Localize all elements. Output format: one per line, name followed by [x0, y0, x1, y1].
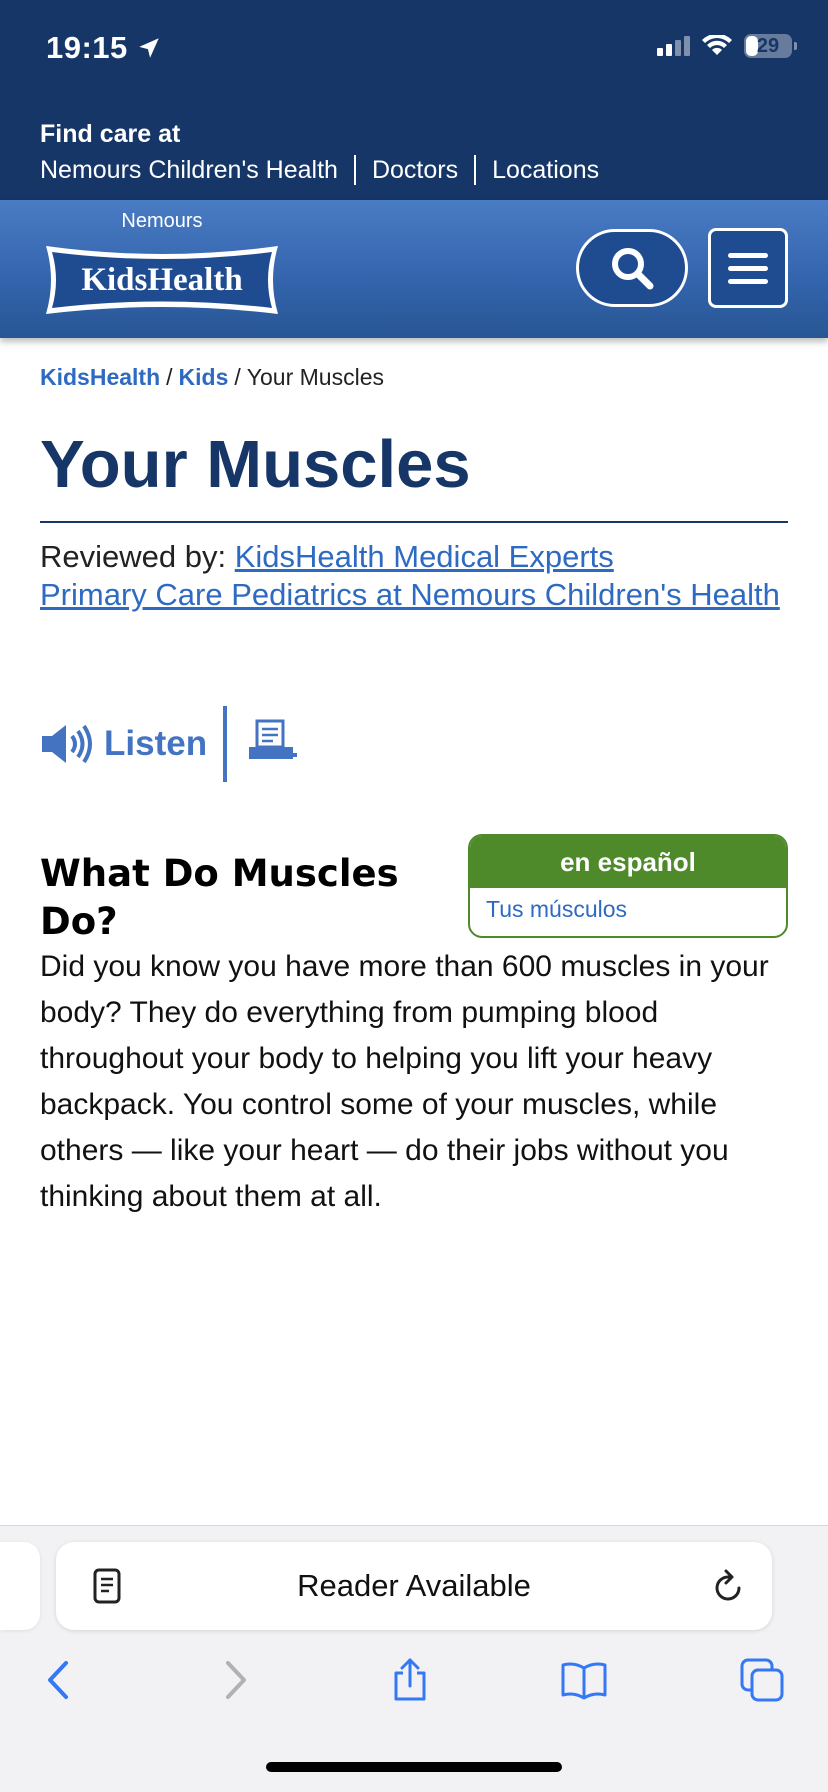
bookmarks-icon: [561, 1662, 607, 1700]
logo-main-text: KidsHealth: [81, 262, 242, 298]
tabs-button[interactable]: [734, 1652, 790, 1708]
status-indicators: 29: [657, 34, 797, 58]
bookmarks-button[interactable]: [556, 1652, 612, 1708]
breadcrumb-current: Your Muscles: [246, 364, 384, 390]
address-bar[interactable]: Reader Available: [56, 1542, 772, 1630]
divider: [474, 155, 477, 185]
print-button[interactable]: [247, 719, 299, 770]
signal-icon: [657, 36, 690, 56]
print-icon: [249, 719, 298, 759]
logo-nemours-text: Nemours: [121, 210, 203, 232]
share-button[interactable]: [382, 1652, 438, 1708]
article-paragraph: Did you know you have more than 600 musc…: [40, 950, 769, 1213]
status-time: 19:15: [46, 30, 162, 66]
reviewer-link-experts[interactable]: KidsHealth Medical Experts: [235, 539, 614, 574]
share-icon: [394, 1658, 426, 1701]
back-button[interactable]: [30, 1652, 86, 1708]
listen-button[interactable]: Listen: [40, 722, 207, 766]
search-button[interactable]: [576, 229, 688, 307]
forward-icon: [226, 1661, 246, 1699]
reviewer-link-primary-care[interactable]: Primary Care Pediatrics at Nemours Child…: [40, 577, 780, 612]
espanol-link[interactable]: Tus músculos: [470, 888, 786, 931]
find-care-links: Nemours Children's Health Doctors Locati…: [40, 155, 599, 185]
listen-label: Listen: [104, 724, 208, 763]
find-care-title: Find care at: [40, 120, 181, 148]
address-text: Reader Available: [297, 1568, 531, 1603]
breadcrumb-kids[interactable]: Kids: [179, 364, 229, 391]
divider: [353, 155, 356, 185]
tabs-icon: [740, 1658, 784, 1702]
page-title: Your Muscles: [40, 427, 471, 502]
breadcrumb-separator: /: [166, 364, 173, 390]
spanish-version-box: en español Tus músculos: [468, 834, 788, 938]
link-locations[interactable]: Locations: [492, 156, 599, 185]
battery-icon: 29: [744, 34, 797, 58]
link-nemours-childrens-health[interactable]: Nemours Children's Health: [40, 156, 338, 185]
kidshealth-logo[interactable]: Nemours KidsHealth: [38, 210, 286, 322]
reader-icon[interactable]: [92, 1568, 122, 1604]
forward-button[interactable]: [208, 1652, 264, 1708]
menu-button[interactable]: [708, 228, 788, 308]
reload-icon[interactable]: [712, 1568, 746, 1604]
reviewed-by: Reviewed by: KidsHealth Medical Experts …: [40, 538, 780, 614]
location-arrow-icon: [139, 38, 159, 58]
link-doctors[interactable]: Doctors: [372, 156, 458, 185]
previous-tab-preview[interactable]: [0, 1542, 40, 1630]
wifi-icon: [702, 35, 732, 55]
find-care-bar: Find care at Nemours Children's Health D…: [40, 120, 599, 185]
site-header: Nemours KidsHealth: [0, 200, 828, 338]
battery-level: 29: [756, 34, 780, 57]
browser-nav-toolbar: [0, 1640, 828, 1720]
home-indicator: [266, 1762, 562, 1772]
article-tools: Listen: [40, 706, 299, 782]
clock: 19:15: [46, 30, 128, 65]
breadcrumb: KidsHealth / Kids / Your Muscles: [40, 364, 384, 391]
breadcrumb-kidshealth[interactable]: KidsHealth: [40, 364, 160, 391]
espanol-heading: en español: [470, 836, 786, 888]
menu-icon: [728, 252, 768, 258]
reviewed-prefix: Reviewed by:: [40, 539, 227, 574]
logo-banner: KidsHealth: [46, 246, 278, 314]
section-heading: What Do Muscles Do?: [40, 852, 399, 943]
breadcrumb-separator: /: [234, 364, 241, 390]
title-divider: [40, 521, 788, 523]
speaker-icon: [42, 724, 92, 764]
back-icon: [48, 1661, 68, 1699]
search-icon: [612, 248, 654, 290]
tools-divider: [223, 706, 228, 782]
